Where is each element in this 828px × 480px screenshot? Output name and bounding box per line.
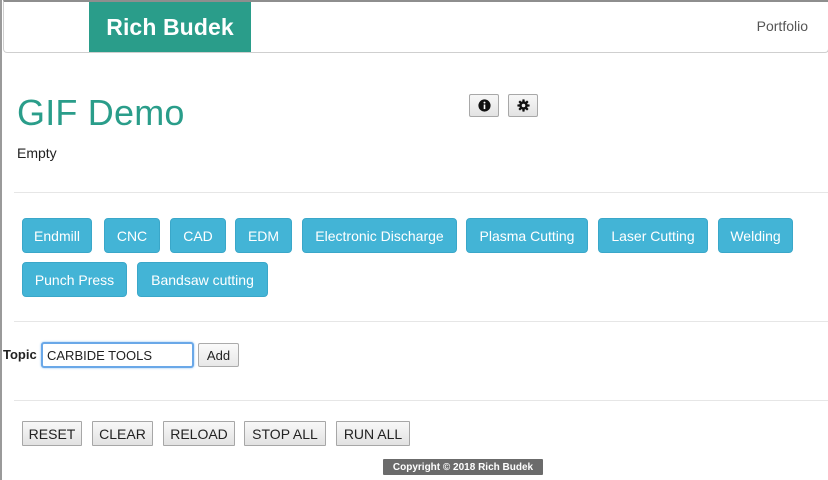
tag-button-endmill[interactable]: Endmill bbox=[22, 218, 92, 253]
brand-logo[interactable]: Rich Budek bbox=[89, 2, 251, 52]
tag-button-punch-press[interactable]: Punch Press bbox=[22, 262, 127, 297]
window-edge bbox=[0, 0, 2, 480]
divider bbox=[14, 192, 828, 193]
divider bbox=[14, 400, 828, 401]
add-button[interactable]: Add bbox=[198, 343, 239, 367]
reset-button[interactable]: RESET bbox=[22, 421, 82, 446]
run-all-button[interactable]: RUN ALL bbox=[336, 421, 410, 446]
tag-button-plasma-cutting[interactable]: Plasma Cutting bbox=[466, 218, 588, 253]
copyright-footer: Copyright © 2018 Rich Budek bbox=[383, 459, 543, 475]
tag-button-laser-cutting[interactable]: Laser Cutting bbox=[598, 218, 708, 253]
tag-button-cad[interactable]: CAD bbox=[170, 218, 226, 253]
tag-button-electronic-discharge[interactable]: Electronic Discharge bbox=[302, 218, 457, 253]
page-title: GIF Demo bbox=[17, 92, 185, 133]
topic-label: Topic bbox=[3, 347, 37, 362]
info-icon bbox=[477, 99, 491, 112]
status-text: Empty bbox=[17, 145, 57, 161]
divider bbox=[14, 321, 828, 322]
navbar: Rich Budek Portfolio bbox=[3, 0, 828, 53]
tag-button-cnc[interactable]: CNC bbox=[104, 218, 160, 253]
nav-link-portfolio[interactable]: Portfolio bbox=[757, 18, 808, 34]
settings-button[interactable] bbox=[508, 94, 538, 117]
gear-icon bbox=[516, 99, 530, 112]
tag-button-bandsaw-cutting[interactable]: Bandsaw cutting bbox=[137, 262, 268, 297]
reload-button[interactable]: RELOAD bbox=[163, 421, 235, 446]
topic-input[interactable] bbox=[41, 342, 194, 368]
info-button[interactable] bbox=[469, 94, 499, 117]
tag-button-welding[interactable]: Welding bbox=[718, 218, 793, 253]
clear-button[interactable]: CLEAR bbox=[92, 421, 153, 446]
tag-button-edm[interactable]: EDM bbox=[235, 218, 292, 253]
stop-all-button[interactable]: STOP ALL bbox=[244, 421, 326, 446]
